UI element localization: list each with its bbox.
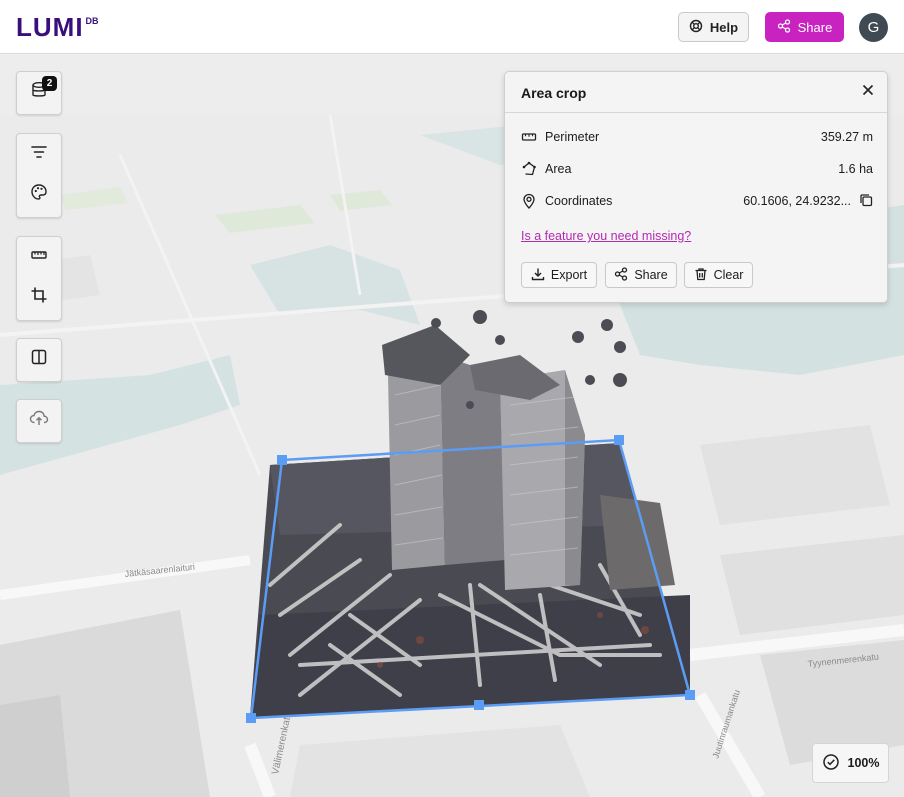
- filter-button[interactable]: [17, 134, 61, 174]
- clear-button[interactable]: Clear: [684, 262, 753, 288]
- logo-superscript: DB: [85, 16, 99, 26]
- loading-status: 100%: [812, 743, 889, 783]
- split-view-button[interactable]: [17, 339, 61, 379]
- ruler-icon: [521, 129, 537, 145]
- toolbar-group-upload: [16, 399, 62, 443]
- clear-label: Clear: [713, 268, 744, 282]
- share-button[interactable]: Share: [765, 12, 844, 42]
- datasets-count-badge: 2: [42, 76, 57, 91]
- lifebuoy-icon: [689, 19, 703, 36]
- area-value: 1.6 ha: [838, 162, 873, 176]
- export-label: Export: [550, 268, 588, 282]
- color-palette-button[interactable]: [17, 174, 61, 214]
- share-icon: [614, 266, 628, 284]
- close-icon: [862, 83, 874, 101]
- toolbar-group-measure: [16, 236, 62, 321]
- toolbar-group-split: [16, 338, 62, 382]
- share-crop-button[interactable]: Share: [605, 262, 677, 288]
- trash-icon: [694, 267, 708, 284]
- location-pin-icon: [521, 193, 537, 209]
- download-icon: [531, 267, 545, 284]
- user-avatar[interactable]: G: [859, 13, 888, 42]
- split-view-icon: [30, 348, 48, 371]
- filter-icon: [30, 143, 48, 166]
- coordinates-row: Coordinates 60.1606, 24.9232...: [521, 191, 873, 211]
- measure-button[interactable]: [17, 237, 61, 277]
- area-label: Area: [545, 162, 572, 176]
- palette-icon: [30, 183, 48, 206]
- share-label: Share: [797, 19, 833, 35]
- crop-icon: [30, 286, 48, 309]
- help-label: Help: [709, 19, 739, 35]
- perimeter-label: Perimeter: [545, 130, 600, 144]
- upload-button[interactable]: [17, 400, 61, 440]
- toolbar-group-view: [16, 133, 62, 218]
- check-circle-icon: [822, 753, 840, 774]
- help-button[interactable]: Help: [678, 12, 749, 42]
- area-crop-panel: Area crop Perimeter 359.27 m Area 1.6 ha…: [504, 71, 888, 303]
- coordinates-label: Coordinates: [545, 194, 613, 208]
- area-row: Area 1.6 ha: [521, 159, 873, 179]
- toolbar-group-datasets: 2: [16, 71, 62, 115]
- ruler-icon: [30, 246, 48, 269]
- cloud-upload-icon: [29, 409, 49, 432]
- progress-text: 100%: [847, 756, 880, 770]
- perimeter-row: Perimeter 359.27 m: [521, 127, 873, 147]
- copy-icon: [859, 193, 873, 210]
- perimeter-value: 359.27 m: [820, 130, 873, 144]
- share-crop-label: Share: [634, 268, 668, 282]
- polygon-area-icon: [521, 161, 537, 177]
- copy-coordinates-button[interactable]: [859, 193, 873, 210]
- close-panel-button[interactable]: [860, 84, 876, 100]
- lumidb-logo[interactable]: LUMI DB: [16, 14, 99, 40]
- app-header: LUMI DB Help Share G: [0, 0, 904, 54]
- panel-header: Area crop: [505, 72, 887, 113]
- crop-button[interactable]: [17, 277, 61, 317]
- panel-title: Area crop: [521, 85, 587, 101]
- datasets-button[interactable]: 2: [17, 72, 61, 112]
- missing-feature-link[interactable]: Is a feature you need missing?: [521, 229, 691, 243]
- export-button[interactable]: Export: [521, 262, 597, 288]
- logo-text: LUMI: [16, 12, 84, 42]
- share-icon: [777, 18, 791, 36]
- coordinates-value: 60.1606, 24.9232...: [743, 194, 851, 208]
